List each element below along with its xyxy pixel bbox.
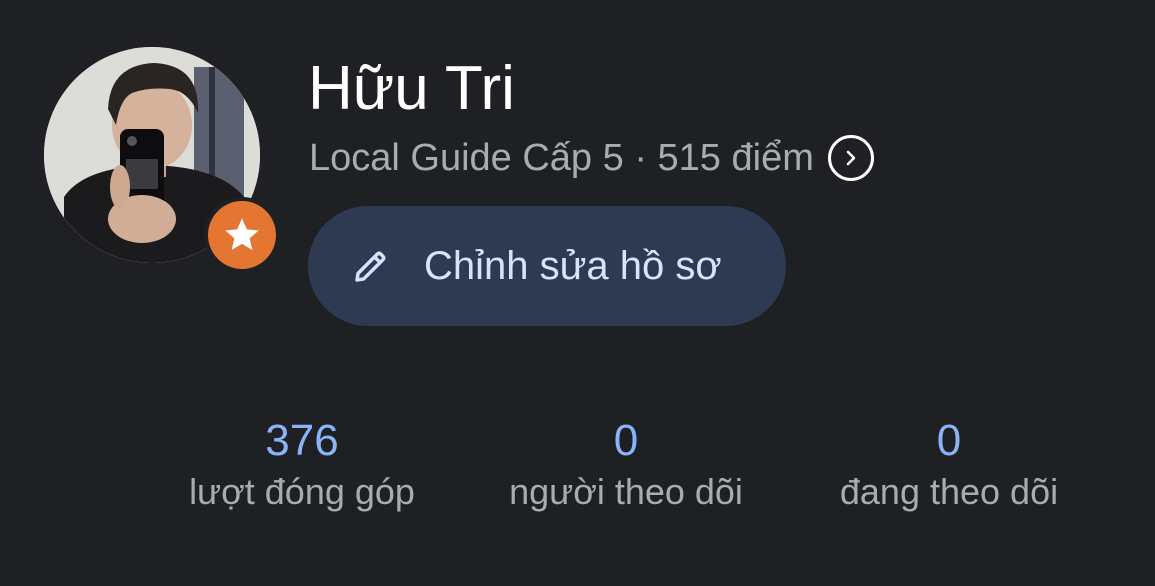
profile-name: Hữu Tri bbox=[308, 54, 515, 123]
edit-profile-button[interactable]: Chỉnh sửa hồ sơ bbox=[308, 206, 786, 326]
stat-following[interactable]: 0 đang theo dõi bbox=[789, 414, 1109, 516]
edit-profile-label: Chỉnh sửa hồ sơ bbox=[424, 243, 722, 288]
chevron-right-glyph bbox=[846, 150, 856, 166]
pencil-icon bbox=[348, 243, 394, 289]
local-guide-level-text: Local Guide Cấp 5 · 515 điểm bbox=[309, 137, 814, 179]
stat-contributions[interactable]: 376 lượt đóng góp bbox=[142, 414, 462, 516]
stat-value: 376 bbox=[265, 416, 339, 465]
local-guide-level-row[interactable]: Local Guide Cấp 5 · 515 điểm bbox=[309, 135, 874, 181]
stat-label: người theo dõi bbox=[509, 471, 743, 512]
stat-followers[interactable]: 0 người theo dõi bbox=[466, 414, 786, 516]
stat-value: 0 bbox=[613, 416, 639, 465]
profile-avatar-area[interactable] bbox=[44, 47, 280, 273]
stat-label: đang theo dõi bbox=[839, 471, 1059, 512]
stat-value: 0 bbox=[936, 416, 962, 465]
local-guide-badge bbox=[204, 197, 280, 273]
stat-label: lượt đóng góp bbox=[189, 471, 415, 512]
badge-circle bbox=[208, 201, 276, 269]
star-icon bbox=[225, 218, 259, 250]
chevron-right-icon[interactable] bbox=[827, 135, 874, 181]
